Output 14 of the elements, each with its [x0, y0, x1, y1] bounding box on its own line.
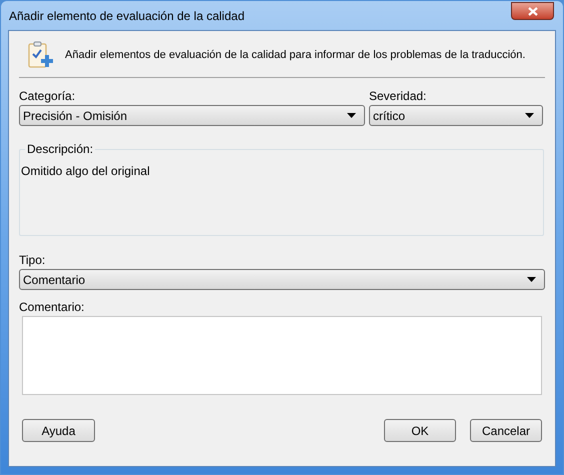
- severity-label: Severidad:: [369, 88, 428, 105]
- severity-dropdown[interactable]: crítico: [369, 105, 543, 126]
- dialog-button[interactable]: OK: [384, 419, 456, 442]
- header-text: Añadir elementos de evaluación de la calidad para informar de los problemas de la traducción.: [65, 48, 526, 63]
- window-title: Añadir elemento de evaluación de la calidad: [9, 8, 244, 24]
- category-dropdown[interactable]: Precisión - Omisión: [19, 105, 365, 126]
- description-legend: Descripción:: [25, 142, 96, 156]
- category-label: Categoría:: [19, 88, 76, 105]
- type-label: Tipo:: [19, 252, 46, 268]
- type-dropdown[interactable]: Comentario: [19, 269, 545, 290]
- description-text: Omitido algo del original: [21, 164, 150, 178]
- comment-label: Comentario:: [19, 299, 84, 315]
- dialog-button[interactable]: Cancelar: [470, 419, 542, 442]
- dialog-button[interactable]: Ayuda: [22, 419, 95, 442]
